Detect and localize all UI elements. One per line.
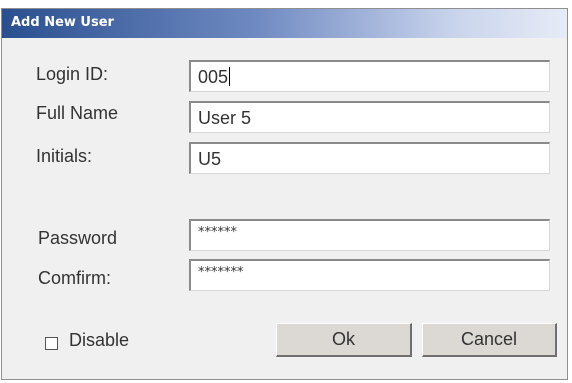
full-name-field[interactable]: User 5 <box>189 101 550 133</box>
confirm-label: Comfirm: <box>38 268 111 288</box>
initials-label: Initials: <box>36 146 93 166</box>
disable-checkbox[interactable] <box>45 337 58 350</box>
cancel-button[interactable]: Cancel <box>422 323 557 357</box>
full-name-label: Full Name <box>36 103 119 123</box>
initials-value: U5 <box>198 149 222 169</box>
dialog-title: Add New User <box>11 15 114 30</box>
disable-label[interactable]: Disable <box>69 330 129 351</box>
full-name-value: User 5 <box>198 108 252 128</box>
confirm-value: ******* <box>198 265 244 280</box>
login-id-field[interactable]: 005 <box>189 60 550 92</box>
initials-field[interactable]: U5 <box>189 142 550 174</box>
login-id-label: Login ID: <box>36 64 109 84</box>
ok-button[interactable]: Ok <box>276 323 412 357</box>
login-id-value: 005 <box>198 67 229 87</box>
text-caret <box>229 67 231 86</box>
password-label: Password <box>38 228 118 248</box>
password-value: ****** <box>198 225 237 240</box>
password-field[interactable]: ****** <box>189 219 550 251</box>
confirm-field[interactable]: ******* <box>189 259 550 291</box>
title-bar[interactable]: Add New User <box>2 9 567 38</box>
